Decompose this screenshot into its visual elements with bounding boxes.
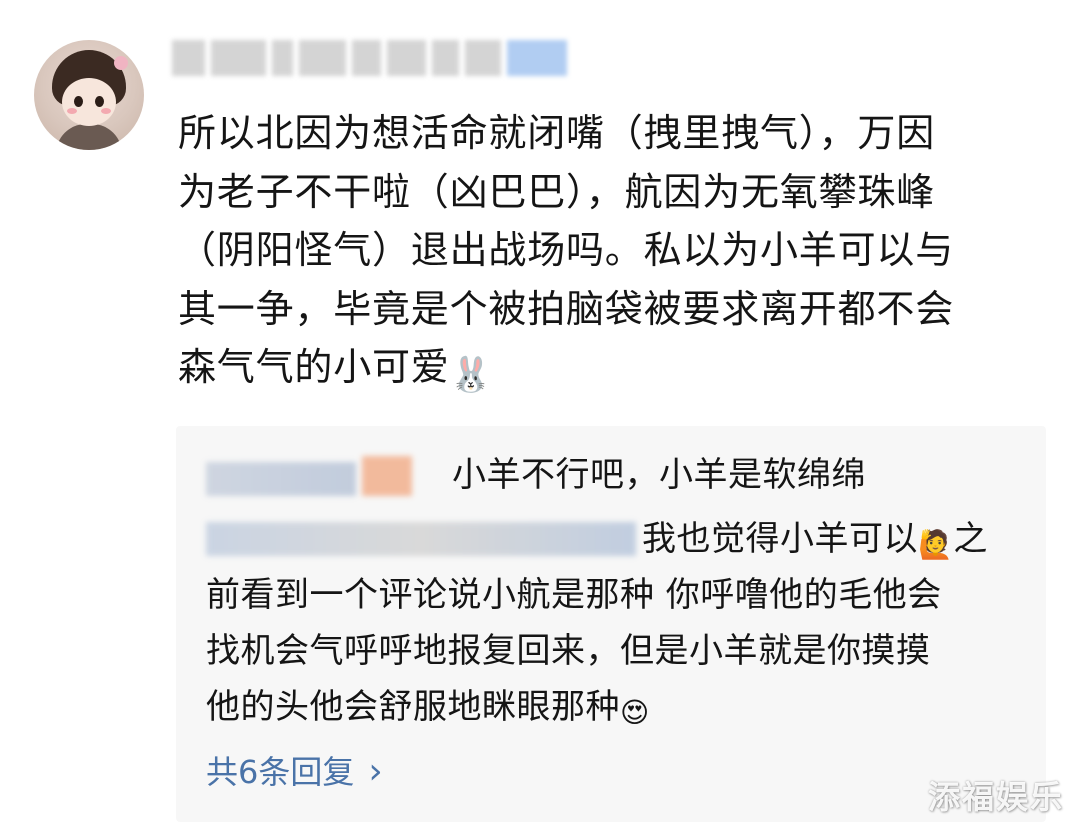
comment-line: （阴阳怪气）退出战场吗。私以为小羊可以与 <box>178 228 955 272</box>
comment-line: 森气气的小可爱 <box>178 345 450 389</box>
reply-text-line: 前看到一个评论说小航是那种 你呼噜他的毛他会 <box>206 575 942 615</box>
reply-text-line: 他的头他会舒服地眯眼那种😍 <box>206 680 650 740</box>
avatar[interactable] <box>34 40 144 150</box>
reply-username-blurred[interactable] <box>206 462 356 496</box>
reply-text-line: 找机会气呼呼地报复回来，但是小羊就是你摸摸 <box>206 631 931 671</box>
comment-text: 所以北因为想活命就闭嘴（拽里拽气），万因 为老子不干啦（凶巴巴），航因为无氧攀珠峰… <box>178 104 1048 405</box>
comment-line: 所以北因为想活命就闭嘴（拽里拽气），万因 <box>178 111 936 155</box>
bunny-emoji: 🐰 <box>449 355 493 395</box>
reply-avatar-blurred[interactable] <box>362 456 412 496</box>
chevron-right-icon: › <box>368 751 383 792</box>
comment-line: 其一争，毕竟是个被拍脑袋被要求离开都不会 <box>178 286 955 331</box>
username-blurred[interactable] <box>172 38 567 78</box>
more-replies-label: 共6条回复 <box>206 753 355 791</box>
reply-username-blurred[interactable] <box>206 522 636 556</box>
watermark: 添福娱乐 <box>927 778 1064 816</box>
reply-text-line: 我也觉得小羊可以🙋之 <box>642 512 988 572</box>
reply-section: 小羊不行吧，小羊是软绵绵 我也觉得小羊可以🙋之 前看到一个评论说小航是那种 你呼… <box>176 426 1046 822</box>
raising-hand-emoji: 🙋 <box>918 528 954 561</box>
view-more-replies-button[interactable]: 共6条回复 › <box>206 750 383 794</box>
reply-text: 小羊不行吧，小羊是软绵绵 <box>452 455 866 495</box>
comment-line: 为老子不干啦（凶巴巴），航因为无氧攀珠峰 <box>178 169 936 214</box>
heart-eyes-emoji: 😍 <box>620 696 650 729</box>
comment-screenshot: 所以北因为想活命就闭嘴（拽里拽气），万因 为老子不干啦（凶巴巴），航因为无氧攀珠峰… <box>0 0 1080 836</box>
